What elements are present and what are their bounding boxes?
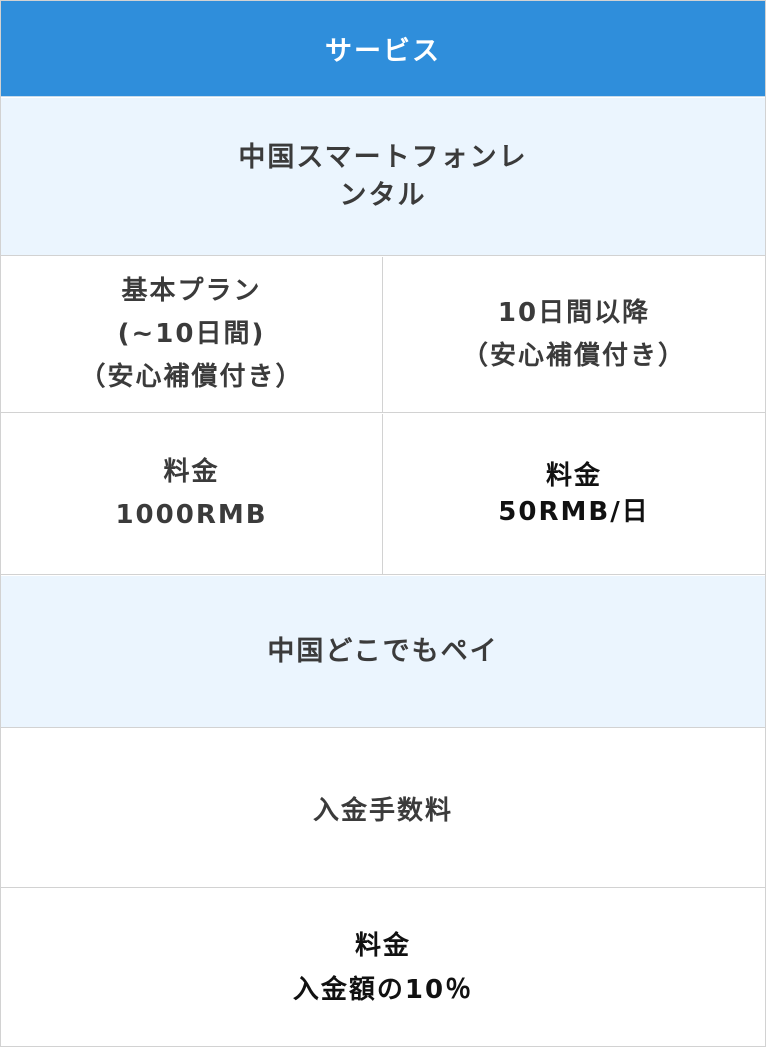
section-title-smartphone-rental: 中国スマートフォンレ ンタル	[1, 98, 765, 256]
price-label: 料金	[163, 457, 220, 487]
extended-plan-line: 10日間以降	[497, 297, 651, 328]
price-value: 50RMB/日	[498, 497, 650, 527]
section-title-line: 中国どこでもペイ	[267, 635, 499, 667]
extended-plan-cell: 10日間以降 （安心補償付き）	[383, 257, 765, 412]
table-row-plans: 基本プラン (~10日間) （安心補償付き） 10日間以降 （安心補償付き）	[1, 257, 765, 413]
price-label: 料金	[354, 930, 411, 961]
section-title-line: 中国スマートフォンレ	[238, 141, 528, 173]
basic-plan-line: (~10日間)	[117, 319, 266, 349]
basic-plan-line: 基本プラン	[121, 276, 262, 306]
deposit-fee-price-row: 料金 入金額の10％	[1, 889, 765, 1046]
table-row-prices: 料金 1000RMB 料金 50RMB/日	[1, 414, 765, 575]
service-pricing-table: サービス 中国スマートフォンレ ンタル 基本プラン (~10日間) （安心補償付…	[0, 0, 766, 1047]
price-label: 料金	[545, 461, 602, 491]
header-title: サービス	[325, 36, 441, 67]
deposit-fee-row: 入金手数料	[1, 729, 765, 888]
extended-plan-price-cell: 料金 50RMB/日	[383, 414, 765, 574]
extended-plan-line: （安心補償付き）	[461, 340, 686, 371]
basic-plan-cell: 基本プラン (~10日間) （安心補償付き）	[1, 257, 383, 412]
price-value: 1000RMB	[115, 500, 268, 530]
basic-plan-price-cell: 料金 1000RMB	[1, 414, 383, 574]
section-title-china-pay: 中国どこでもペイ	[1, 576, 765, 728]
deposit-fee-label: 入金手数料	[312, 795, 453, 826]
price-value: 入金額の10％	[292, 974, 474, 1005]
table-header: サービス	[1, 1, 765, 97]
basic-plan-line: （安心補償付き）	[79, 362, 304, 392]
section-title-line: ンタル	[339, 179, 427, 211]
